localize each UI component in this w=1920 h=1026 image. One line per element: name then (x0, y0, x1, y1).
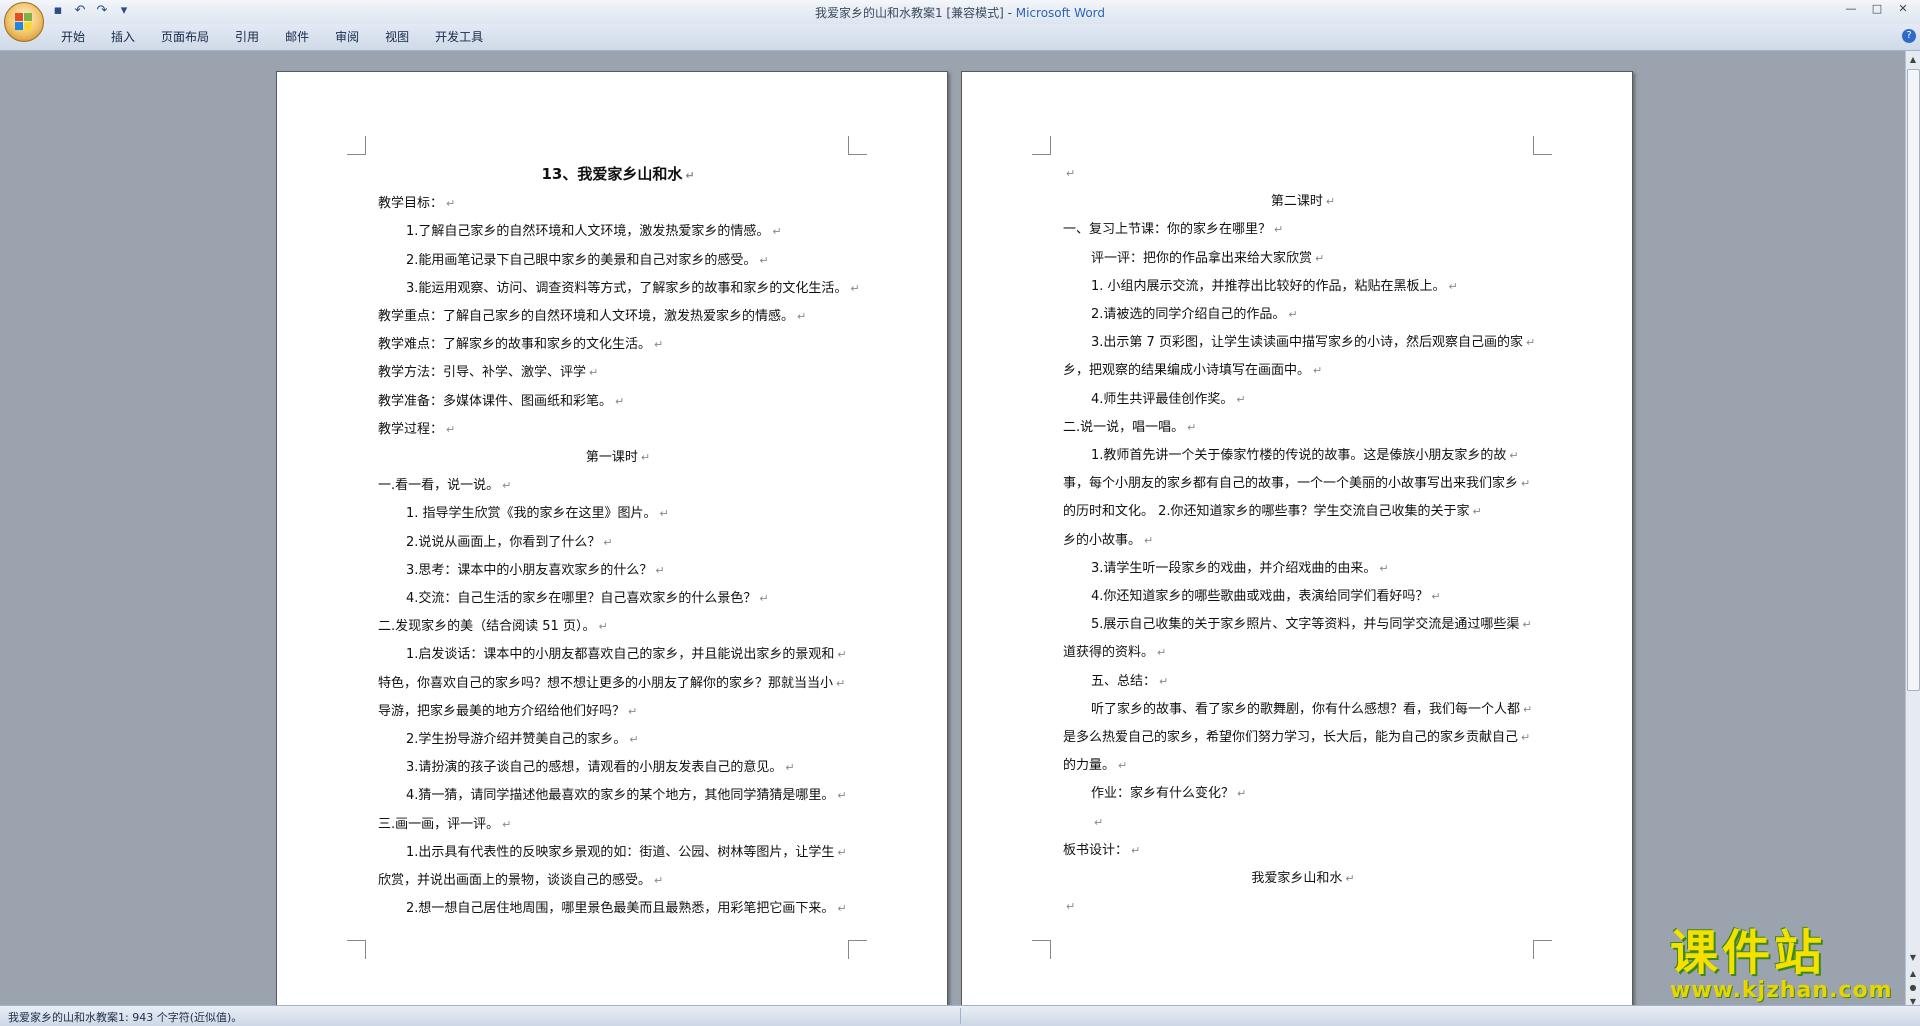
paragraph-line: 4.你还知道家乡的哪些歌曲或戏曲，表演给同学们看好吗？ (1063, 583, 1543, 611)
paragraph-line: 1.启发谈话：课本中的小朋友都喜欢自己的家乡，并且能说出家乡的景观和 (378, 641, 858, 669)
crop-mark (1533, 136, 1552, 155)
scrollbar-thumb[interactable] (1907, 69, 1920, 691)
paragraph-line: 五、总结： (1063, 668, 1543, 696)
paragraph-line: 1.教师首先讲一个关于傣家竹楼的传说的故事。这是傣族小朋友家乡的故 (1063, 442, 1543, 470)
paragraph-line: 13、我爱家乡山和水 (378, 160, 858, 190)
word-count-status[interactable]: 我爱家乡的山和水教案1: 943 个字符(近似值)。 (8, 1009, 242, 1025)
paragraph-line: 3.请扮演的孩子谈自己的感想，请观看的小朋友发表自己的意见。 (378, 754, 858, 782)
scroll-up-icon[interactable]: ▲ (1906, 53, 1920, 67)
paragraph-line: 教学过程： (378, 416, 858, 444)
paragraph-line: 1.出示具有代表性的反映家乡景观的如：街道、公园、树林等图片，让学生 (378, 839, 858, 867)
paragraph-line: 1. 小组内展示交流，并推荐出比较好的作品，粘贴在黑板上。 (1063, 273, 1543, 301)
paragraph-line: 是多么热爱自己的家乡，希望你们努力学习，长大后，能为自己的家乡贡献自己 (1063, 724, 1543, 752)
paragraph-line: 一、复习上节课：你的家乡在哪里？ (1063, 216, 1543, 244)
paragraph-line: 的历时和文化。 2.你还知道家乡的哪些事？学生交流自己收集的关于家 (1063, 498, 1543, 526)
page-1-text[interactable]: 13、我爱家乡山和水教学目标：1.了解自己家乡的自然环境和人文环境，激发热爱家乡… (378, 160, 858, 923)
crop-mark (848, 136, 867, 155)
close-button[interactable]: ✕ (1890, 0, 1916, 18)
crop-mark (1032, 940, 1051, 959)
paragraph-line: 2.能用画笔记录下自己眼中家乡的美景和自己对家乡的感受。 (378, 247, 858, 275)
vertical-scrollbar[interactable]: ▲ ▼ ▲ ● ▼ (1905, 51, 1920, 1006)
paragraph-line: 4.师生共评最佳创作奖。 (1063, 386, 1543, 414)
paragraph-line: 第一课时 (378, 444, 858, 472)
tab-page-layout[interactable]: 页面布局 (148, 29, 222, 45)
paragraph-line: 3.请学生听一段家乡的戏曲，并介绍戏曲的由来。 (1063, 555, 1543, 583)
crop-mark (347, 136, 366, 155)
ribbon: 开始 插入 页面布局 引用 邮件 审阅 视图 开发工具 ? (0, 24, 1920, 51)
tab-references[interactable]: 引用 (222, 29, 272, 45)
tab-view[interactable]: 视图 (372, 29, 422, 45)
office-logo-icon (15, 13, 33, 31)
crop-mark (848, 940, 867, 959)
crop-mark (1533, 940, 1552, 959)
minimize-button[interactable]: — (1838, 0, 1864, 18)
paragraph-line: 作业：家乡有什么变化？ (1063, 780, 1543, 808)
tab-review[interactable]: 审阅 (322, 29, 372, 45)
title-bar: ▪ ↶ ↷ ▾ 我爱家乡的山和水教案1 [兼容模式] - Microsoft W… (0, 0, 1920, 42)
paragraph-line: 欣赏，并说出画面上的景物，谈谈自己的感受。 (378, 867, 858, 895)
crop-mark (347, 940, 366, 959)
paragraph-line: 教学重点：了解自己家乡的自然环境和人文环境，激发热爱家乡的情感。 (378, 303, 858, 331)
paragraph-line: 教学目标： (378, 190, 858, 218)
watermark-title: 课件站 (1670, 925, 1827, 981)
paragraph-line: 二.说一说，唱一唱。 (1063, 414, 1543, 442)
paragraph-line: 我爱家乡山和水 (1063, 865, 1543, 893)
paragraph-line: 第二课时 (1063, 188, 1543, 216)
document-title: 我爱家乡的山和水教案1 [兼容模式] - (814, 6, 1016, 20)
office-button[interactable] (4, 2, 44, 42)
status-bar: 我爱家乡的山和水教案1: 943 个字符(近似值)。 (0, 1005, 1920, 1026)
maximize-button[interactable]: □ (1864, 0, 1890, 18)
tab-mailings[interactable]: 邮件 (272, 29, 322, 45)
paragraph-line: 乡的小故事。 (1063, 527, 1543, 555)
window-title: 我爱家乡的山和水教案1 [兼容模式] - Microsoft Word (0, 4, 1920, 21)
paragraph-line: 板书设计： (1063, 837, 1543, 865)
paragraph-line: 二.发现家乡的美（结合阅读 51 页）。 (378, 613, 858, 641)
paragraph-line: 乡，把观察的结果编成小诗填写在画面中。 (1063, 357, 1543, 385)
paragraph-line (1063, 160, 1543, 188)
paragraph-line: 评一评：把你的作品拿出来给大家欣赏 (1063, 245, 1543, 273)
paragraph-line: 1. 指导学生欣赏《我的家乡在这里》图片。 (378, 500, 858, 528)
paragraph-line: 道获得的资料。 (1063, 639, 1543, 667)
paragraph-line: 3.出示第 7 页彩图，让学生读读画中描写家乡的小诗，然后观察自己画的家 (1063, 329, 1543, 357)
document-area: 13、我爱家乡山和水教学目标：1.了解自己家乡的自然环境和人文环境，激发热爱家乡… (0, 51, 1906, 1005)
paragraph-line (1063, 809, 1543, 837)
paragraph-line: 5.展示自己收集的关于家乡照片、文字等资料，并与同学交流是通过哪些渠 (1063, 611, 1543, 639)
paragraph-line (1063, 893, 1543, 921)
paragraph-line: 教学方法：引导、补学、激学、评学 (378, 359, 858, 387)
paragraph-line: 4.猜一猜，请同学描述他最喜欢的家乡的某个地方，其他同学猜猜是哪里。 (378, 782, 858, 810)
tab-home[interactable]: 开始 (48, 29, 98, 45)
paragraph-line: 3.能运用观察、访问、调查资料等方式，了解家乡的故事和家乡的文化生活。 (378, 275, 858, 303)
kjzhan-watermark: 课件站 www.kjzhan.com (1670, 926, 1910, 1002)
status-divider (960, 1008, 961, 1024)
paragraph-line: 3.思考：课本中的小朋友喜欢家乡的什么？ (378, 557, 858, 585)
paragraph-line: 导游，把家乡最美的地方介绍给他们好吗？ (378, 698, 858, 726)
paragraph-line: 事，每个小朋友的家乡都有自己的故事，一个一个美丽的小故事写出来我们家乡 (1063, 470, 1543, 498)
paragraph-line: 听了家乡的故事、看了家乡的歌舞剧，你有什么感想？看，我们每一个人都 (1063, 696, 1543, 724)
page-2-text[interactable]: 第二课时一、复习上节课：你的家乡在哪里？评一评：把你的作品拿出来给大家欣赏1. … (1063, 160, 1543, 921)
tab-insert[interactable]: 插入 (98, 29, 148, 45)
help-icon[interactable]: ? (1902, 29, 1916, 43)
ribbon-tabs: 开始 插入 页面布局 引用 邮件 审阅 视图 开发工具 (48, 29, 496, 45)
app-name: Microsoft Word (1015, 6, 1106, 20)
tab-developer[interactable]: 开发工具 (422, 29, 496, 45)
paragraph-line: 2.学生扮导游介绍并赞美自己的家乡。 (378, 726, 858, 754)
paragraph-line: 教学难点：了解家乡的故事和家乡的文化生活。 (378, 331, 858, 359)
document-page-1[interactable]: 13、我爱家乡山和水教学目标：1.了解自己家乡的自然环境和人文环境，激发热爱家乡… (276, 71, 948, 1005)
document-page-2[interactable]: 第二课时一、复习上节课：你的家乡在哪里？评一评：把你的作品拿出来给大家欣赏1. … (961, 71, 1633, 1005)
window-controls: — □ ✕ (1838, 0, 1916, 18)
crop-mark (1032, 136, 1051, 155)
paragraph-line: 2.想一想自己居住地周围，哪里景色最美而且最熟悉，用彩笔把它画下来。 (378, 895, 858, 923)
paragraph-line: 1.了解自己家乡的自然环境和人文环境，激发热爱家乡的情感。 (378, 218, 858, 246)
watermark-url: www.kjzhan.com (1670, 978, 1893, 1003)
paragraph-line: 2.说说从画面上，你看到了什么？ (378, 529, 858, 557)
paragraph-line: 2.请被选的同学介绍自己的作品。 (1063, 301, 1543, 329)
paragraph-line: 教学准备：多媒体课件、图画纸和彩笔。 (378, 388, 858, 416)
paragraph-line: 一.看一看，说一说。 (378, 472, 858, 500)
paragraph-line: 三.画一画，评一评。 (378, 811, 858, 839)
paragraph-line: 4.交流：自己生活的家乡在哪里？自己喜欢家乡的什么景色？ (378, 585, 858, 613)
paragraph-line: 特色，你喜欢自己的家乡吗？想不想让更多的小朋友了解你的家乡？那就当当小 (378, 670, 858, 698)
paragraph-line: 的力量。 (1063, 752, 1543, 780)
